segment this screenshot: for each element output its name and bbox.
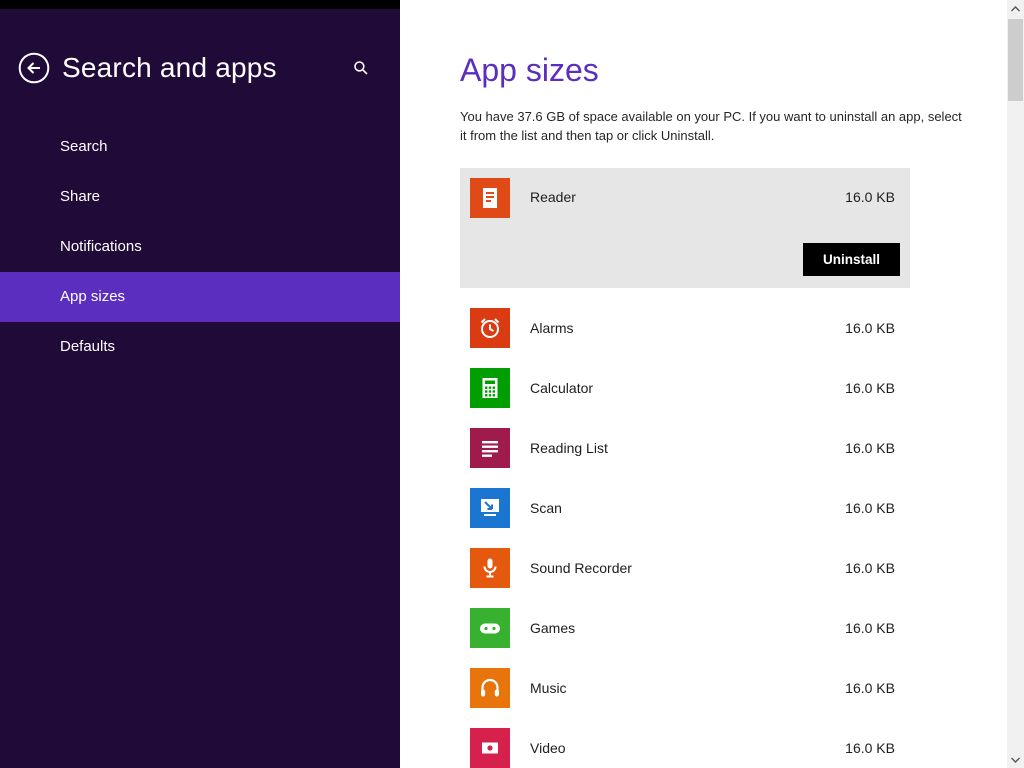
app-size: 16.0 KB: [845, 440, 895, 456]
sidebar-item-app-sizes[interactable]: App sizes: [0, 272, 400, 322]
app-row-video[interactable]: Video 16.0 KB: [460, 718, 910, 768]
app-row-scan[interactable]: Scan 16.0 KB: [460, 478, 910, 538]
app-size: 16.0 KB: [845, 189, 895, 205]
space-available-description: You have 37.6 GB of space available on y…: [460, 109, 962, 143]
app-sizes-panel: App sizes You have 37.6 GB of space avai…: [400, 0, 1007, 768]
scrollbar-thumb[interactable]: [1008, 19, 1023, 101]
app-size: 16.0 KB: [845, 320, 895, 336]
app-row-sound-recorder[interactable]: Sound Recorder 16.0 KB: [460, 538, 910, 598]
sidebar-item-defaults[interactable]: Defaults: [0, 322, 400, 372]
app-name: Reader: [530, 189, 576, 205]
section-title: App sizes: [460, 52, 599, 88]
scrollbar-down-arrow[interactable]: [1007, 751, 1024, 768]
app-list: Reader 16.0 KB Uninstall Alarms 16.0 KB: [460, 168, 910, 768]
app-row-alarms[interactable]: Alarms 16.0 KB: [460, 298, 910, 358]
app-name: Music: [530, 680, 567, 696]
app-name: Sound Recorder: [530, 560, 632, 576]
sound-recorder-app-icon: [470, 548, 510, 588]
reading-list-app-icon: [470, 428, 510, 468]
app-size: 16.0 KB: [845, 740, 895, 756]
page-title: Search and apps: [62, 52, 277, 83]
app-size: 16.0 KB: [845, 560, 895, 576]
settings-nav: Search Share Notifications App sizes Def…: [0, 122, 400, 372]
reader-app-icon: [470, 178, 510, 218]
app-name: Games: [530, 620, 576, 636]
back-icon: [18, 52, 50, 84]
sidebar-item-search[interactable]: Search: [0, 122, 400, 172]
app-size: 16.0 KB: [845, 380, 895, 396]
app-row-calculator[interactable]: Calculator 16.0 KB: [460, 358, 910, 418]
scan-app-icon: [470, 488, 510, 528]
search-icon: [354, 61, 368, 75]
app-row-reading-list[interactable]: Reading List 16.0 KB: [460, 418, 910, 478]
app-size: 16.0 KB: [845, 680, 895, 696]
alarms-app-icon: [470, 308, 510, 348]
uninstall-button[interactable]: Uninstall: [802, 243, 900, 276]
app-size: 16.0 KB: [845, 620, 895, 636]
app-row-reader[interactable]: Reader 16.0 KB Uninstall: [460, 168, 910, 288]
calculator-app-icon: [470, 368, 510, 408]
chevron-down-icon: [1011, 757, 1020, 763]
music-app-icon: [470, 668, 510, 708]
app-row-games[interactable]: Games 16.0 KB: [460, 598, 910, 658]
app-name: Calculator: [530, 380, 594, 396]
sidebar-item-notifications[interactable]: Notifications: [0, 222, 400, 272]
search-button[interactable]: [350, 57, 372, 79]
games-app-icon: [470, 608, 510, 648]
app-name: Scan: [530, 500, 562, 516]
settings-sidebar: Search and apps Search Share Notificatio…: [0, 0, 400, 768]
chevron-up-icon: [1011, 5, 1020, 11]
app-name: Alarms: [530, 320, 574, 336]
back-button[interactable]: [18, 52, 50, 84]
app-name: Video: [530, 740, 566, 756]
scrollbar-up-arrow[interactable]: [1007, 0, 1024, 17]
window-top-edge: [0, 0, 400, 9]
video-app-icon: [470, 728, 510, 768]
scrollbar[interactable]: [1007, 0, 1024, 768]
app-row-music[interactable]: Music 16.0 KB: [460, 658, 910, 718]
sidebar-item-share[interactable]: Share: [0, 172, 400, 222]
sidebar-header: Search and apps: [18, 52, 380, 84]
app-name: Reading List: [530, 440, 608, 456]
app-size: 16.0 KB: [845, 500, 895, 516]
